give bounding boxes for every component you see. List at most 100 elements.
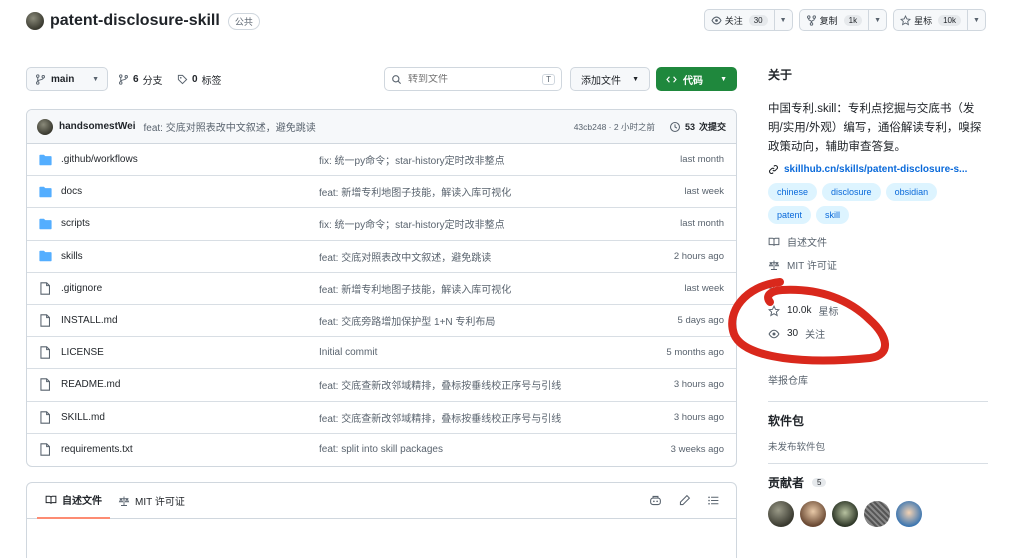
commit-hash-time[interactable]: 43cb248 · 2 小时之前 — [574, 121, 655, 133]
topic-tag[interactable]: patent — [768, 206, 812, 224]
commit-message[interactable]: feat: 交底对照表改中文叙述，避免跳读 — [144, 119, 316, 134]
star-button[interactable]: 星标 10k ▼ — [893, 9, 986, 31]
outline-list-icon[interactable] — [707, 494, 720, 507]
code-button[interactable]: 代码 ▼ — [656, 67, 737, 91]
homepage-link[interactable]: skillhub.cn/skills/patent-disclosure-s..… — [768, 164, 988, 175]
contributors-header: 贡献者 5 — [768, 474, 988, 491]
file-name[interactable]: SKILL.md — [61, 412, 319, 423]
owner-avatar[interactable] — [26, 12, 44, 30]
branch-selector[interactable]: main ▼ — [26, 67, 108, 91]
file-name[interactable]: README.md — [61, 379, 319, 390]
forks-link[interactable] — [768, 345, 988, 368]
author-avatar[interactable] — [37, 118, 53, 135]
add-file-button[interactable]: 添加文件 ▼ — [570, 67, 650, 91]
topic-tag[interactable]: obsidian — [885, 183, 938, 201]
folder-icon — [39, 154, 57, 166]
file-date: 2 hours ago — [673, 250, 724, 262]
link-icon — [768, 164, 779, 175]
file-name[interactable]: docs — [61, 186, 319, 197]
file-commit-message[interactable]: fix: 统一py命令；star-history定时改非整点 — [319, 152, 624, 167]
file-row[interactable]: INSTALL.md feat: 交底旁路增加保护型 1+N 专利布局 5 days… — [27, 305, 736, 338]
branches-link[interactable]: 6 分支 — [118, 72, 163, 87]
fork-label: 复制 — [819, 15, 838, 26]
readme-panel: 自述文件 MIT 许可证 — [26, 482, 737, 558]
tab-readme[interactable]: 自述文件 — [37, 483, 110, 519]
file-name[interactable]: skills — [61, 251, 319, 262]
file-name[interactable]: scripts — [61, 218, 319, 229]
fork-button[interactable]: 复制 1k ▼ — [798, 9, 888, 31]
file-row[interactable]: .gitignore feat: 新增专利地图子技能，解读入库可视化 last we… — [27, 273, 736, 305]
file-row[interactable]: scripts fix: 统一py命令；star-history定时改非整点 las… — [27, 208, 736, 241]
file-commit-message[interactable]: feat: 新增专利地图子技能，解读入库可视化 — [319, 184, 624, 199]
chevron-down-icon[interactable]: ▼ — [773, 10, 792, 30]
file-commit-message[interactable]: feat: 交底旁路增加保护型 1+N 专利布局 — [319, 313, 624, 328]
folder-icon — [39, 186, 57, 198]
watchers-label: 关注 — [805, 330, 826, 341]
contributor-avatar[interactable] — [896, 501, 922, 527]
file-commit-message[interactable]: fix: 统一py命令；star-history定时改非整点 — [319, 216, 624, 231]
go-to-file-search[interactable]: T — [384, 67, 562, 91]
packages-heading[interactable]: 软件包 — [768, 412, 988, 429]
activity-link[interactable] — [768, 276, 988, 299]
copilot-icon[interactable] — [649, 494, 662, 507]
eye-icon — [711, 15, 722, 26]
tag-icon — [177, 74, 188, 85]
readme-link[interactable]: 自述文件 — [768, 230, 988, 253]
file-row[interactable]: skills feat: 交底对照表改中文叙述，避免跳读 2 hours ago — [27, 241, 736, 273]
file-name[interactable]: .gitignore — [61, 283, 319, 294]
file-date: 5 days ago — [677, 315, 724, 327]
tab-license-label: MIT 许可证 — [135, 497, 185, 508]
file-icon — [39, 410, 57, 424]
contributor-avatar[interactable] — [800, 501, 826, 527]
file-row[interactable]: SKILL.md feat: 交底查新改邻域精排，叠标按垂线校正序号与引线 3 ho… — [27, 402, 736, 434]
commits-count: 53 — [684, 121, 695, 132]
commits-history-link[interactable]: 53 次提交 — [669, 120, 726, 133]
report-repo-link[interactable]: 举报仓库 — [768, 368, 988, 391]
file-row[interactable]: docs feat: 新增专利地图子技能，解读入库可视化 last week — [27, 176, 736, 209]
file-name[interactable]: .github/workflows — [61, 154, 319, 165]
contributors-count: 5 — [812, 478, 827, 487]
topic-tag[interactable]: chinese — [768, 183, 818, 201]
tags-link[interactable]: 0 标签 — [177, 72, 222, 87]
readme-tools — [649, 494, 720, 507]
file-commit-message[interactable]: feat: 交底查新改邻域精排，叠标按垂线校正序号与引线 — [319, 410, 624, 425]
file-commit-message[interactable]: feat: split into skill packages — [319, 444, 624, 455]
chevron-down-icon[interactable]: ▼ — [967, 10, 985, 30]
contributors-heading[interactable]: 贡献者 — [768, 474, 804, 491]
contributor-avatar[interactable] — [768, 501, 794, 527]
branch-icon — [118, 74, 129, 85]
edit-pencil-icon[interactable] — [678, 494, 691, 507]
license-link[interactable]: MIT 许可证 — [768, 253, 988, 276]
topic-tag[interactable]: disclosure — [822, 183, 881, 201]
file-icon — [39, 443, 57, 456]
file-commit-message[interactable]: feat: 新增专利地图子技能，解读入库可视化 — [319, 281, 624, 296]
file-row[interactable]: requirements.txt feat: split into skill p… — [27, 434, 736, 466]
file-name[interactable]: requirements.txt — [61, 444, 319, 455]
file-commit-message[interactable]: feat: 交底对照表改中文叙述，避免跳读 — [319, 249, 624, 264]
tab-license[interactable]: MIT 许可证 — [110, 483, 193, 519]
file-row[interactable]: LICENSE Initial commit 5 months ago — [27, 337, 736, 370]
file-name[interactable]: LICENSE — [61, 347, 319, 358]
folder-icon — [39, 250, 57, 262]
watch-count: 30 — [748, 14, 768, 26]
watch-button[interactable]: 关注 30 ▼ — [703, 9, 793, 31]
stars-link[interactable]: 10.0k 星标 — [768, 299, 988, 322]
file-row[interactable]: .github/workflows fix: 统一py命令；star-histor… — [27, 144, 736, 177]
file-commit-message[interactable]: feat: 交底查新改邻域精排，叠标按垂线校正序号与引线 — [319, 377, 624, 392]
topic-tag[interactable]: skill — [816, 206, 850, 224]
commit-author[interactable]: handsomestWei — [59, 121, 136, 132]
file-row[interactable]: README.md feat: 交底查新改邻域精排，叠标按垂线校正序号与引线 3 h… — [27, 369, 736, 402]
branches-count: 6 — [133, 74, 139, 85]
contributor-avatar[interactable] — [864, 501, 890, 527]
file-date: 3 hours ago — [673, 379, 724, 391]
star-icon — [768, 304, 780, 317]
chevron-down-icon[interactable]: ▼ — [868, 10, 886, 30]
repo-name[interactable]: patent-disclosure-skill — [50, 12, 220, 30]
history-icon — [669, 121, 681, 133]
file-date: 5 months ago — [666, 347, 724, 359]
search-input[interactable] — [408, 73, 528, 85]
file-commit-message[interactable]: Initial commit — [319, 347, 624, 358]
contributor-avatar[interactable] — [832, 501, 858, 527]
watchers-link[interactable]: 30 关注 — [768, 322, 988, 345]
file-name[interactable]: INSTALL.md — [61, 315, 319, 326]
